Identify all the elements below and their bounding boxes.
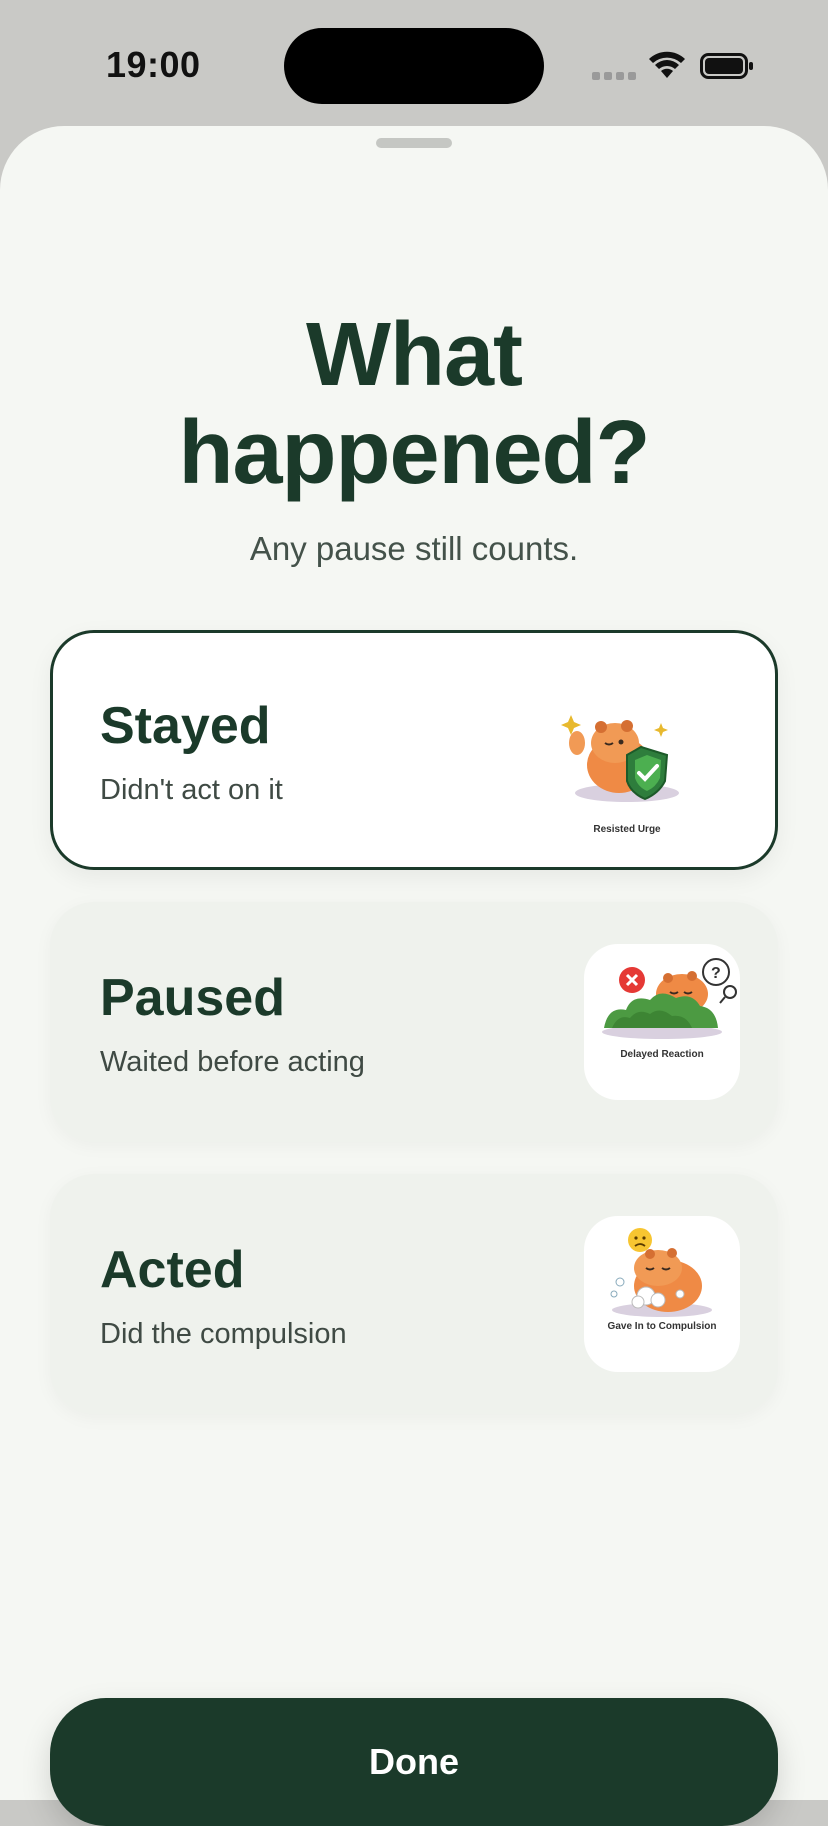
svg-text:?: ? xyxy=(711,965,721,982)
cellular-signal-icon xyxy=(592,72,636,82)
sticker-caption: Gave In to Compulsion xyxy=(607,1321,717,1332)
title-line-1: What xyxy=(306,305,523,405)
battery-icon xyxy=(700,53,753,79)
option-label: Paused xyxy=(100,969,285,1027)
option-paused[interactable]: Paused Waited before acting ? Delayed Re… xyxy=(50,902,778,1142)
capybara-shield-icon: Resisted Urge xyxy=(549,693,705,849)
status-bar: 19:00 xyxy=(0,0,828,130)
sticker-caption: Resisted Urge xyxy=(593,824,661,835)
dynamic-island xyxy=(284,28,544,104)
option-label: Acted xyxy=(100,1241,245,1299)
page-title: What happened? xyxy=(0,306,828,502)
status-time: 19:00 xyxy=(106,44,201,85)
option-description: Didn't act on it xyxy=(100,774,283,806)
option-label: Stayed xyxy=(100,697,271,755)
title-line-2: happened? xyxy=(178,403,650,503)
option-description: Did the compulsion xyxy=(100,1318,347,1350)
sheet-grabber[interactable] xyxy=(376,138,452,148)
option-description: Waited before acting xyxy=(100,1046,365,1078)
sticker-caption: Delayed Reaction xyxy=(620,1049,704,1060)
bottom-sheet: What happened? Any pause still counts. S… xyxy=(0,126,828,1826)
option-stayed[interactable]: Stayed Didn't act on it Resisted Urge xyxy=(50,630,778,870)
option-acted[interactable]: Acted Did the compulsion Gave In to Comp… xyxy=(50,1174,778,1414)
capybara-bush-icon: ? Delayed Reaction xyxy=(584,944,740,1100)
wifi-icon xyxy=(649,51,685,78)
done-button[interactable]: Done xyxy=(50,1698,778,1826)
capybara-washing-icon: Gave In to Compulsion xyxy=(584,1216,740,1372)
page-subtitle: Any pause still counts. xyxy=(249,530,579,567)
